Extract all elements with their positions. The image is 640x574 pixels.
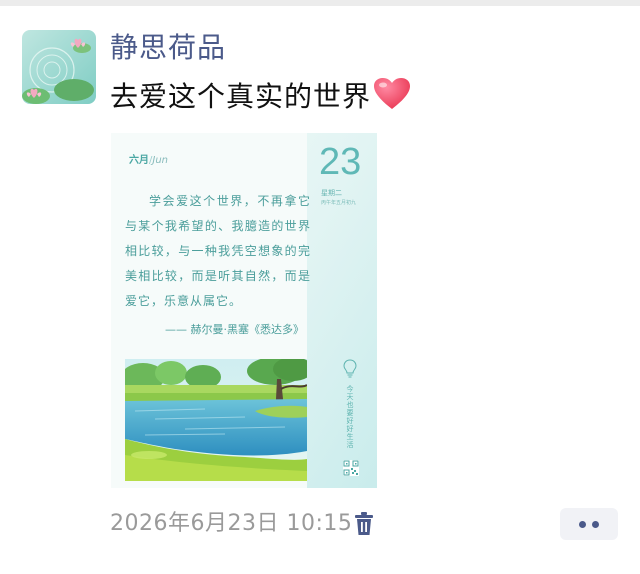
post-text: 去爱这个真实的世界 [110, 76, 411, 118]
card-quote: 学会爱这个世界，不再拿它与某个我希望的、我臆造的世界相比较，与一种我凭空想象的完… [125, 194, 311, 308]
username[interactable]: 静思荷品 [110, 28, 226, 68]
card-quote-author: —— 赫尔曼·黑塞《悉达多》 [165, 323, 304, 336]
top-divider [0, 0, 640, 6]
heart-emoji-icon [374, 78, 411, 109]
card-month-cn: 六月 [129, 155, 149, 166]
avatar-image [22, 30, 96, 104]
calendar-card-image[interactable]: 六月/Jun 23 星期二 丙午年五月初九 学会爱这个世界，不再拿它与某个我希望… [111, 133, 377, 488]
lake-landscape-illustration [125, 359, 307, 481]
post-timestamp: 2026年6月23日 10:15 [110, 511, 353, 536]
card-weekday: 星期二 [321, 189, 342, 197]
trash-icon[interactable] [353, 511, 375, 537]
lightbulb-icon [343, 359, 357, 378]
more-dots-icon [592, 521, 599, 528]
avatar[interactable] [22, 30, 96, 104]
card-month-en: Jun [152, 155, 168, 166]
card-lunar-date: 丙午年五月初九 [321, 200, 357, 206]
card-month: 六月/Jun [129, 155, 168, 166]
more-dots-icon [579, 521, 586, 528]
qr-code-icon [343, 460, 359, 476]
post-text-content: 去爱这个真实的世界 [110, 80, 372, 113]
more-options-button[interactable] [560, 508, 618, 540]
card-side-text: 今天也要好好生活 [346, 385, 354, 449]
card-day-number: 23 [319, 141, 362, 183]
